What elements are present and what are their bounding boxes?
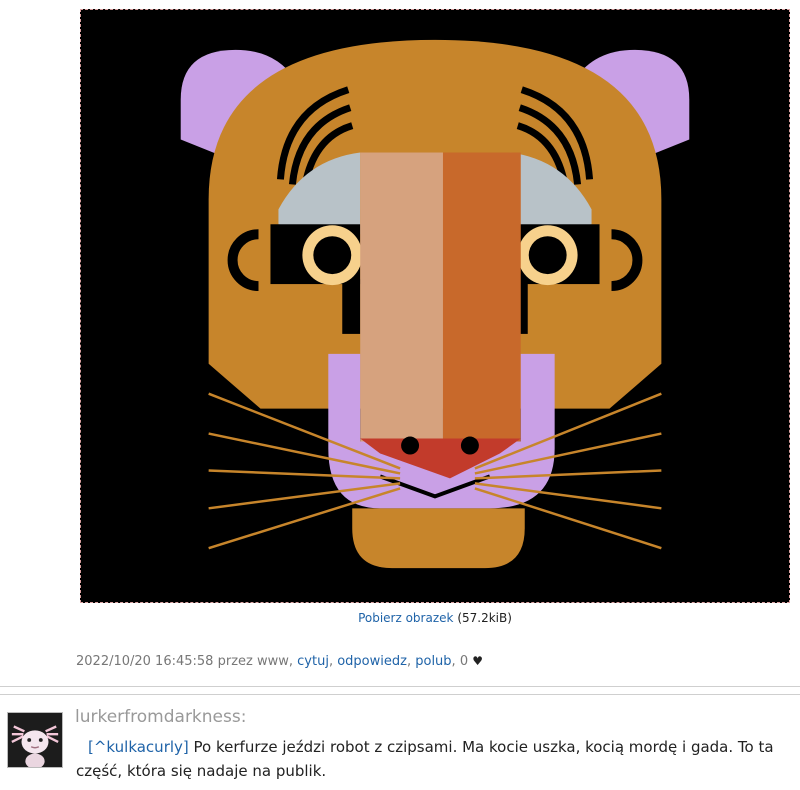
heart-icon: ♥ bbox=[472, 654, 484, 668]
like-count: 0 bbox=[459, 654, 469, 669]
post-image[interactable] bbox=[80, 9, 790, 603]
right-eye bbox=[517, 225, 578, 286]
chin bbox=[352, 508, 525, 569]
download-size: (57.2kiB) bbox=[457, 611, 512, 625]
reply-to-link[interactable]: [^kulkacurly] bbox=[88, 738, 189, 756]
nose-bridge-light bbox=[360, 152, 443, 442]
post-timestamp: 2022/10/20 16:45:58 bbox=[76, 654, 214, 669]
divider bbox=[0, 686, 800, 687]
lioness-illustration bbox=[81, 10, 789, 602]
comment-body: [^kulkacurly] Po kerfurze jeździ robot z… bbox=[76, 735, 791, 783]
post-meta: 2022/10/20 16:45:58 przez www, cytuj, od… bbox=[76, 654, 484, 669]
divider bbox=[0, 694, 800, 695]
nose-bridge-dark bbox=[442, 152, 521, 442]
comment-username: lurkerfromdarkness: bbox=[75, 707, 247, 727]
reply-link[interactable]: odpowiedz bbox=[337, 654, 407, 669]
download-line: Pobierz obrazek (57.2kiB) bbox=[80, 611, 790, 625]
axolotl-avatar-icon bbox=[8, 713, 62, 767]
post-author-text: przez www, bbox=[217, 654, 293, 669]
quote-link[interactable]: cytuj bbox=[297, 654, 329, 669]
download-image-link[interactable]: Pobierz obrazek bbox=[358, 611, 453, 625]
left-eye bbox=[302, 225, 363, 286]
like-link[interactable]: polub bbox=[415, 654, 451, 669]
avatar[interactable] bbox=[7, 712, 63, 768]
